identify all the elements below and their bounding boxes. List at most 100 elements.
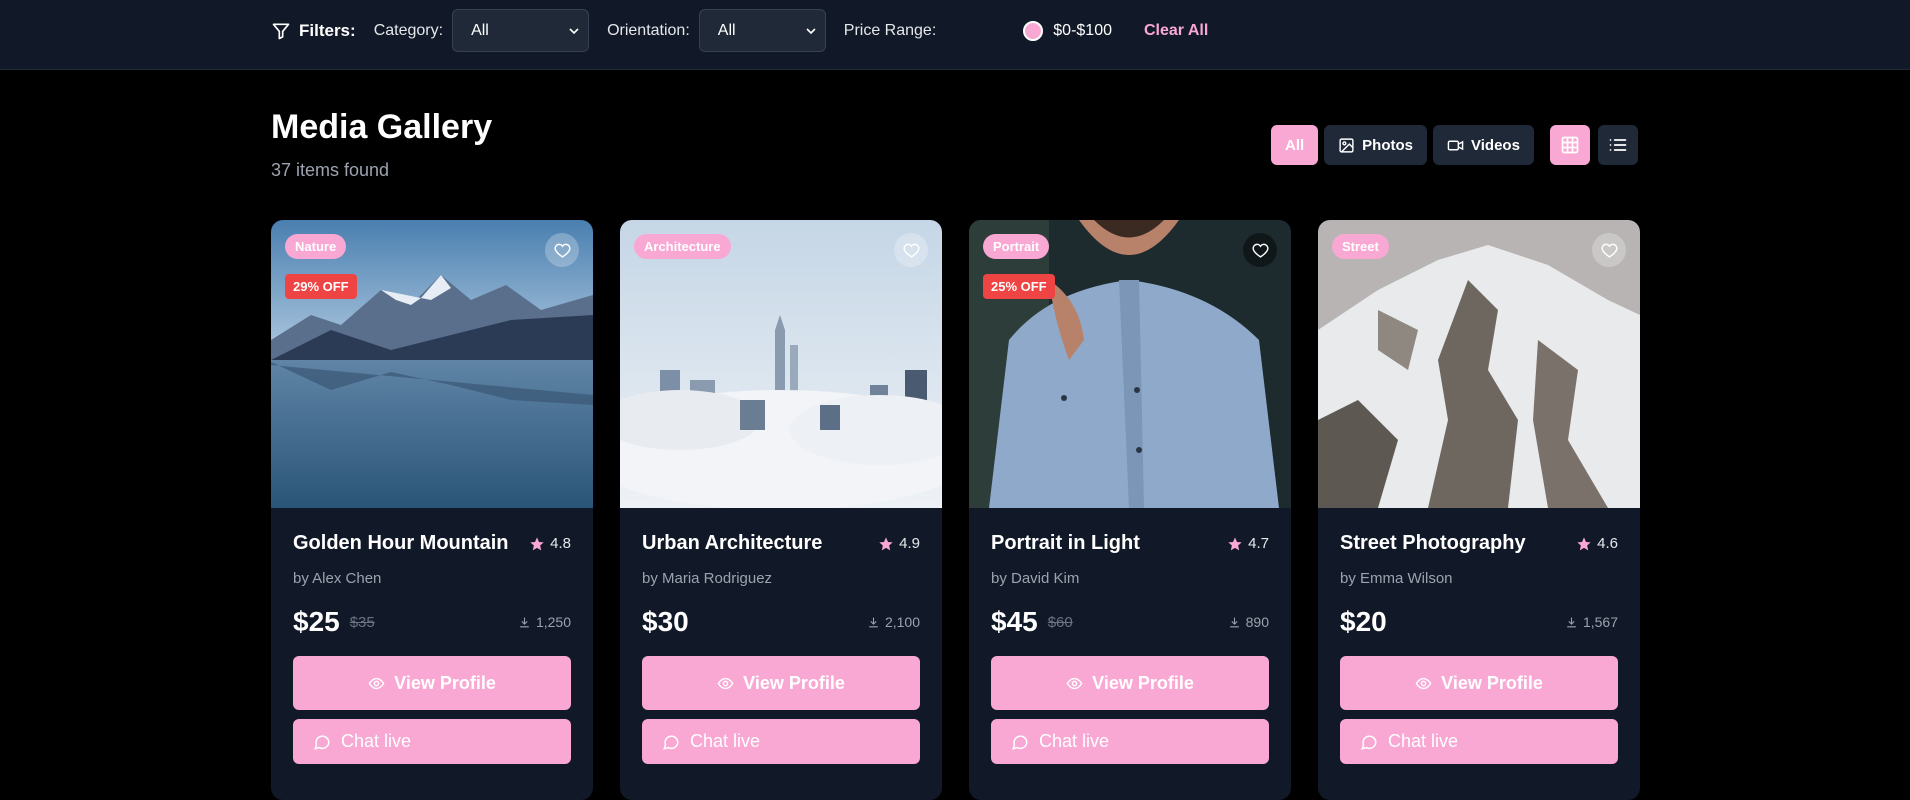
- chat-live-button[interactable]: Chat live: [991, 719, 1269, 764]
- favorite-button[interactable]: [1592, 233, 1626, 267]
- snowy-mountain-image: [1318, 220, 1640, 508]
- grid-view-button[interactable]: [1550, 125, 1590, 165]
- view-profile-button[interactable]: View Profile: [642, 656, 920, 710]
- card-image[interactable]: Street: [1318, 220, 1640, 508]
- heart-icon: [903, 243, 919, 258]
- city-fog-image: [620, 220, 942, 508]
- view-profile-button[interactable]: View Profile: [1340, 656, 1618, 710]
- filter-photos-button[interactable]: Photos: [1324, 125, 1428, 165]
- image-icon: [1339, 137, 1354, 153]
- card-image[interactable]: Portrait 25% OFF: [969, 220, 1291, 508]
- download-count: 1,250: [535, 614, 571, 630]
- star-icon: [879, 536, 893, 550]
- category-label: Category:: [373, 21, 444, 39]
- rating: 4.7: [1227, 535, 1269, 552]
- downloads: 1,250: [518, 614, 571, 630]
- chat-live-label: Chat live: [341, 731, 412, 751]
- rating: 4.9: [878, 535, 920, 552]
- favorite-button[interactable]: [1243, 233, 1277, 267]
- card-author[interactable]: by Emma Wilson: [1340, 570, 1618, 587]
- filter-icon: [272, 23, 290, 39]
- chat-icon: [314, 734, 330, 750]
- downloads: 2,100: [867, 614, 920, 630]
- chevron-down-icon: [569, 28, 579, 35]
- download-icon: [1567, 617, 1576, 627]
- download-count: 2,100: [884, 614, 920, 630]
- category-badge: Architecture: [634, 234, 731, 259]
- filters-label: Filters:: [299, 20, 356, 40]
- filter-videos-button[interactable]: Videos: [1433, 125, 1534, 165]
- orientation-value: All: [717, 21, 736, 39]
- price: $20: [1340, 606, 1387, 637]
- rating: 4.6: [1576, 535, 1618, 552]
- chat-live-label: Chat live: [1039, 731, 1110, 751]
- view-mode-toggle: [1550, 125, 1638, 165]
- filter-videos-label: Videos: [1471, 136, 1520, 154]
- chat-icon: [1012, 734, 1028, 750]
- category-badge: Street: [1332, 234, 1389, 259]
- items-count: 37 items found: [271, 160, 390, 180]
- filter-all-button[interactable]: All: [1271, 125, 1319, 165]
- filter-photos-label: Photos: [1362, 136, 1414, 154]
- chat-live-label: Chat live: [1388, 731, 1459, 751]
- star-icon: [1228, 536, 1242, 550]
- price: $25: [293, 606, 340, 637]
- card-author[interactable]: by Alex Chen: [293, 570, 571, 587]
- card-title: Street Photography: [1340, 532, 1526, 554]
- category-badge: Nature: [285, 234, 347, 259]
- price-range-value: $0-$100: [1053, 21, 1112, 39]
- card-image[interactable]: Nature 29% OFF: [271, 220, 593, 508]
- price-range-slider-handle[interactable]: [1023, 20, 1044, 41]
- old-price: $60: [1047, 613, 1073, 631]
- card-author[interactable]: by Maria Rodriguez: [642, 570, 920, 587]
- category-value: All: [471, 21, 489, 39]
- favorite-button[interactable]: [894, 233, 928, 267]
- video-icon: [1447, 140, 1464, 150]
- download-icon: [869, 617, 878, 627]
- eye-icon: [1066, 677, 1083, 689]
- download-icon: [1229, 617, 1239, 627]
- view-profile-label: View Profile: [394, 672, 496, 693]
- star-icon: [1577, 536, 1591, 550]
- page-title: Media Gallery: [271, 108, 493, 146]
- category-badge: Portrait: [983, 234, 1050, 259]
- discount-badge: 29% OFF: [285, 274, 357, 299]
- rating-value: 4.9: [899, 535, 920, 552]
- chat-live-label: Chat live: [690, 731, 761, 751]
- eye-icon: [1415, 677, 1432, 689]
- chat-live-button[interactable]: Chat live: [293, 719, 571, 764]
- list-view-button[interactable]: [1598, 125, 1638, 165]
- orientation-select[interactable]: All: [698, 9, 826, 52]
- download-icon: [520, 617, 529, 627]
- rating-value: 4.7: [1248, 535, 1269, 552]
- download-count: 890: [1245, 614, 1269, 630]
- price-range-label: Price Range:: [843, 21, 937, 39]
- media-card[interactable]: Street Street Photography 4.6 by Emma Wi…: [1318, 220, 1640, 800]
- chat-live-button[interactable]: Chat live: [642, 719, 920, 764]
- grid-icon: [1561, 136, 1579, 154]
- heart-icon: [554, 243, 570, 258]
- card-image[interactable]: Architecture: [620, 220, 942, 508]
- media-card[interactable]: Nature 29% OFF Golden Hour Mountain 4.8 …: [271, 220, 593, 800]
- portrait-image: [969, 220, 1291, 508]
- media-grid: Nature 29% OFF Golden Hour Mountain 4.8 …: [271, 220, 1640, 800]
- media-type-toggle: All Photos Videos: [1271, 125, 1534, 165]
- media-card[interactable]: Architecture Urban Architecture 4.9 by M…: [620, 220, 942, 800]
- category-select[interactable]: All: [452, 9, 590, 52]
- chat-icon: [1361, 734, 1377, 750]
- clear-all-button[interactable]: Clear All: [1144, 22, 1208, 40]
- media-card[interactable]: Portrait 25% OFF Portrait in Light 4.7 b…: [969, 220, 1291, 800]
- eye-icon: [717, 677, 734, 689]
- mountain-lake-image: [271, 220, 593, 508]
- star-icon: [530, 536, 544, 550]
- chat-live-button[interactable]: Chat live: [1340, 719, 1618, 764]
- card-title: Golden Hour Mountain: [293, 532, 509, 554]
- view-profile-button[interactable]: View Profile: [293, 656, 571, 710]
- rating-value: 4.8: [550, 535, 571, 552]
- filter-all-label: All: [1285, 136, 1305, 154]
- favorite-button[interactable]: [545, 233, 579, 267]
- view-profile-button[interactable]: View Profile: [991, 656, 1269, 710]
- old-price: $35: [349, 613, 375, 631]
- discount-badge: 25% OFF: [983, 274, 1055, 299]
- card-author[interactable]: by David Kim: [991, 570, 1269, 587]
